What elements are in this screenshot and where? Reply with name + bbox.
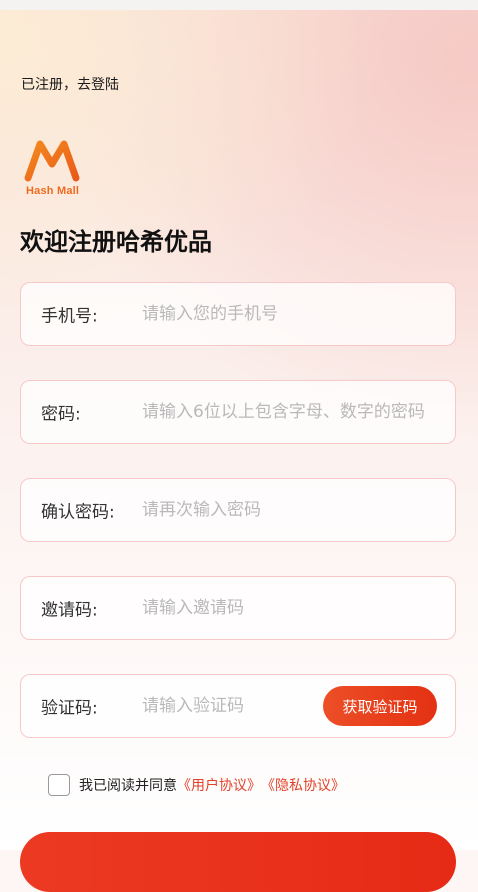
go-login-link[interactable]: 已注册，去登陆 — [21, 74, 119, 94]
page-title: 欢迎注册哈希优品 — [20, 228, 212, 256]
get-verify-code-button[interactable]: 获取验证码 — [323, 686, 437, 726]
password-label: 密码: — [41, 404, 81, 425]
verify-code-label: 验证码: — [41, 698, 98, 719]
confirm-password-input[interactable] — [142, 500, 438, 520]
user-agreement-link[interactable]: 《用户协议》 — [177, 775, 261, 795]
verify-code-field[interactable]: 验证码: 获取验证码 — [20, 674, 456, 738]
invite-code-input[interactable] — [142, 598, 438, 618]
status-bar — [0, 0, 478, 10]
privacy-agreement-link[interactable]: 《隐私协议》 — [261, 775, 345, 795]
verify-code-input[interactable] — [142, 696, 312, 716]
phone-field[interactable]: 手机号: — [20, 282, 456, 346]
phone-label: 手机号: — [41, 306, 98, 327]
agreement-text: 我已阅读并同意 — [79, 778, 177, 794]
agreement-checkbox[interactable] — [48, 774, 70, 796]
password-input[interactable] — [142, 402, 438, 422]
phone-input[interactable] — [142, 304, 438, 324]
logo-text: Hash Mall — [26, 185, 80, 197]
agreement-row: 我已阅读并同意 《用户协议》 《隐私协议》 — [48, 772, 345, 798]
password-field[interactable]: 密码: — [20, 380, 456, 444]
invite-code-label: 邀请码: — [41, 600, 98, 621]
register-submit-button[interactable] — [20, 832, 456, 892]
invite-code-field[interactable]: 邀请码: — [20, 576, 456, 640]
confirm-password-label: 确认密码: — [41, 502, 115, 523]
confirm-password-field[interactable]: 确认密码: — [20, 478, 456, 542]
